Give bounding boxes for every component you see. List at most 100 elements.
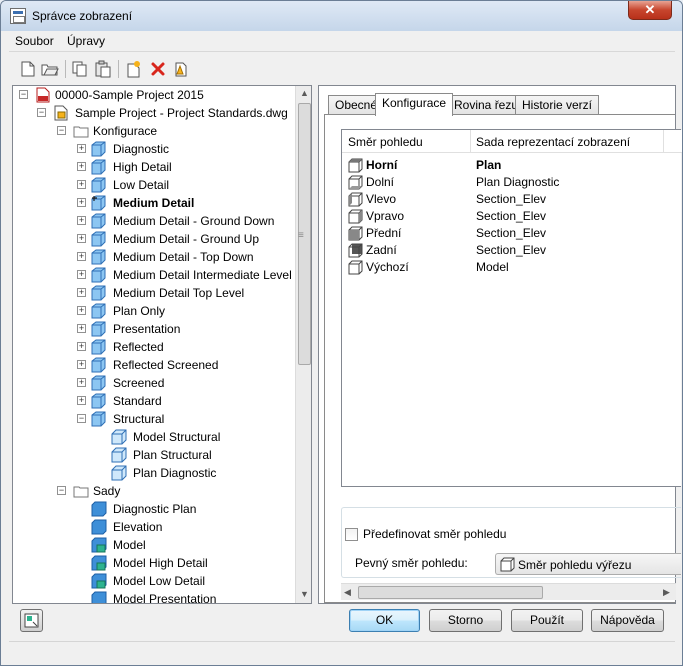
table-row[interactable]: Zadní Section_Elev bbox=[342, 242, 682, 259]
tree-item-rep-set[interactable]: Plan Structural bbox=[109, 446, 299, 464]
menu-upravy[interactable]: Úpravy bbox=[67, 34, 105, 48]
collapse-toggle[interactable]: − bbox=[77, 414, 86, 423]
tree-item-config-current[interactable]: + Medium Detail bbox=[75, 194, 295, 212]
tree-item-drawing[interactable]: − Sample Project - Project Standards.dwg bbox=[35, 104, 305, 122]
scroll-right-arrow[interactable]: ▶ bbox=[663, 587, 670, 598]
column-separator[interactable] bbox=[663, 130, 664, 153]
tree-item-set[interactable]: Model Low Detail bbox=[89, 572, 299, 590]
collapse-toggle[interactable]: − bbox=[19, 90, 28, 99]
tree-item-set[interactable]: Diagnostic Plan bbox=[89, 500, 299, 518]
column-header-direction[interactable]: Směr pohledu bbox=[348, 135, 423, 149]
table-row[interactable]: Vlevo Section_Elev bbox=[342, 191, 682, 208]
collapse-toggle[interactable]: − bbox=[37, 108, 46, 117]
tree-item-config[interactable]: + Low Detail bbox=[75, 176, 295, 194]
tree-item-configurations[interactable]: − Konfigurace bbox=[55, 122, 295, 140]
tree-item-config[interactable]: + Medium Detail - Ground Up bbox=[75, 230, 295, 248]
tree-item-config[interactable]: + Medium Detail Top Level bbox=[75, 284, 295, 302]
tree-item-config[interactable]: + Reflected Screened bbox=[75, 356, 295, 374]
expand-toggle[interactable]: + bbox=[77, 324, 86, 333]
configuration-current-icon bbox=[91, 195, 106, 211]
scroll-left-arrow[interactable]: ◀ bbox=[344, 587, 351, 598]
tree-item-config[interactable]: + Screened bbox=[75, 374, 295, 392]
table-row[interactable]: Dolní Plan Diagnostic bbox=[342, 174, 682, 191]
cell-display-set[interactable]: Section_Elev bbox=[476, 225, 546, 242]
help-button[interactable]: Nápověda bbox=[591, 609, 664, 632]
menu-soubor[interactable]: Soubor bbox=[15, 34, 54, 48]
tree-item-config[interactable]: + Plan Only bbox=[75, 302, 295, 320]
delete-icon[interactable] bbox=[149, 60, 167, 78]
expand-toggle[interactable]: + bbox=[77, 378, 86, 387]
tree-item-config[interactable]: + Reflected bbox=[75, 338, 295, 356]
scroll-thumb[interactable] bbox=[358, 586, 543, 599]
expand-toggle[interactable]: + bbox=[77, 216, 86, 225]
scroll-up-arrow[interactable]: ▲ bbox=[300, 88, 309, 98]
table-row[interactable]: Vpravo Section_Elev bbox=[342, 208, 682, 225]
paste-icon[interactable] bbox=[94, 60, 112, 78]
expand-toggle[interactable]: + bbox=[77, 270, 86, 279]
tree-item-config[interactable]: + High Detail bbox=[75, 158, 295, 176]
expand-toggle[interactable]: + bbox=[77, 234, 86, 243]
copy-icon[interactable] bbox=[71, 60, 89, 78]
expand-toggle[interactable]: + bbox=[77, 144, 86, 153]
cell-display-set[interactable]: Plan Diagnostic bbox=[476, 174, 559, 191]
open-icon[interactable] bbox=[41, 60, 59, 78]
override-view-checkbox[interactable] bbox=[345, 528, 358, 541]
cell-display-set[interactable]: Section_Elev bbox=[476, 208, 546, 225]
table-row[interactable]: Výchozí Model bbox=[342, 259, 682, 276]
collapse-toggle[interactable]: − bbox=[57, 486, 66, 495]
display-tree[interactable]: − 00000-Sample Project 2015 − Sample Pro… bbox=[12, 85, 312, 604]
expand-toggle[interactable]: + bbox=[77, 252, 86, 261]
cancel-button[interactable]: Storno bbox=[429, 609, 502, 632]
tree-item-sets[interactable]: − Sady bbox=[55, 482, 295, 500]
collapse-toggle[interactable]: − bbox=[57, 126, 66, 135]
tab-version-history[interactable]: Historie verzí bbox=[515, 95, 600, 115]
tab-cut-plane[interactable]: Rovina řezu bbox=[447, 95, 526, 115]
purge-icon[interactable] bbox=[172, 60, 190, 78]
tree-item-config[interactable]: + Medium Detail - Top Down bbox=[75, 248, 295, 266]
tree-item-set[interactable]: Model High Detail bbox=[89, 554, 299, 572]
tree-item-set[interactable]: Model bbox=[89, 536, 299, 554]
close-button[interactable]: ✕ bbox=[628, 1, 672, 20]
new-item-icon[interactable] bbox=[125, 60, 143, 78]
folder-icon bbox=[73, 126, 89, 138]
tree-item-config[interactable]: + Presentation bbox=[75, 320, 295, 338]
expand-toggle[interactable]: + bbox=[77, 360, 86, 369]
table-row[interactable]: Přední Section_Elev bbox=[342, 225, 682, 242]
cell-display-set[interactable]: Model bbox=[476, 259, 509, 276]
tree-item-config-structural[interactable]: − Structural bbox=[75, 410, 295, 428]
tree-item-set[interactable]: Elevation bbox=[89, 518, 299, 536]
expand-toggle[interactable]: + bbox=[77, 306, 86, 315]
view-direction-table[interactable]: Směr pohledu Sada reprezentací zobrazení… bbox=[341, 129, 682, 487]
tree-item-project[interactable]: − 00000-Sample Project 2015 bbox=[17, 86, 297, 104]
tree-item-config[interactable]: + Standard bbox=[75, 392, 295, 410]
expand-toggle[interactable]: + bbox=[77, 288, 86, 297]
expand-toggle[interactable]: + bbox=[77, 342, 86, 351]
apply-button[interactable]: Použít bbox=[511, 609, 583, 632]
tree-item-rep-set[interactable]: Model Structural bbox=[109, 428, 299, 446]
cell-display-set[interactable]: Plan bbox=[476, 157, 501, 174]
panel-splitter[interactable]: ≡ bbox=[298, 230, 304, 241]
column-separator[interactable] bbox=[470, 130, 471, 153]
expand-toggle[interactable]: + bbox=[77, 162, 86, 171]
tree-item-set[interactable]: Model Presentation bbox=[89, 590, 299, 603]
fixed-view-dropdown[interactable]: Směr pohledu výřezu bbox=[495, 553, 681, 575]
tree-item-config[interactable]: + Medium Detail Intermediate Level bbox=[75, 266, 295, 284]
tree-item-config[interactable]: + Medium Detail - Ground Down bbox=[75, 212, 295, 230]
expand-toggle[interactable]: + bbox=[77, 180, 86, 189]
table-row[interactable]: Horní Plan bbox=[342, 157, 682, 174]
tab-configuration[interactable]: Konfigurace bbox=[375, 93, 454, 116]
tree-scrollbar[interactable]: ▲ ▼ bbox=[295, 86, 311, 603]
cell-display-set[interactable]: Section_Elev bbox=[476, 191, 546, 208]
expand-toggle[interactable]: + bbox=[77, 198, 86, 207]
column-header-set[interactable]: Sada reprezentací zobrazení bbox=[476, 135, 630, 149]
cell-display-set[interactable]: Section_Elev bbox=[476, 242, 546, 259]
help-context-button[interactable] bbox=[20, 609, 43, 632]
new-icon[interactable] bbox=[19, 60, 37, 78]
expand-toggle[interactable]: + bbox=[77, 396, 86, 405]
table-horizontal-scrollbar[interactable]: ◀ ▶ bbox=[341, 583, 676, 600]
title-bar[interactable]: Správce zobrazení ✕ bbox=[1, 1, 682, 31]
tree-item-config[interactable]: + Diagnostic bbox=[75, 140, 295, 158]
ok-button[interactable]: OK bbox=[349, 609, 420, 632]
scroll-down-arrow[interactable]: ▼ bbox=[300, 589, 309, 599]
tree-item-rep-set[interactable]: Plan Diagnostic bbox=[109, 464, 299, 482]
